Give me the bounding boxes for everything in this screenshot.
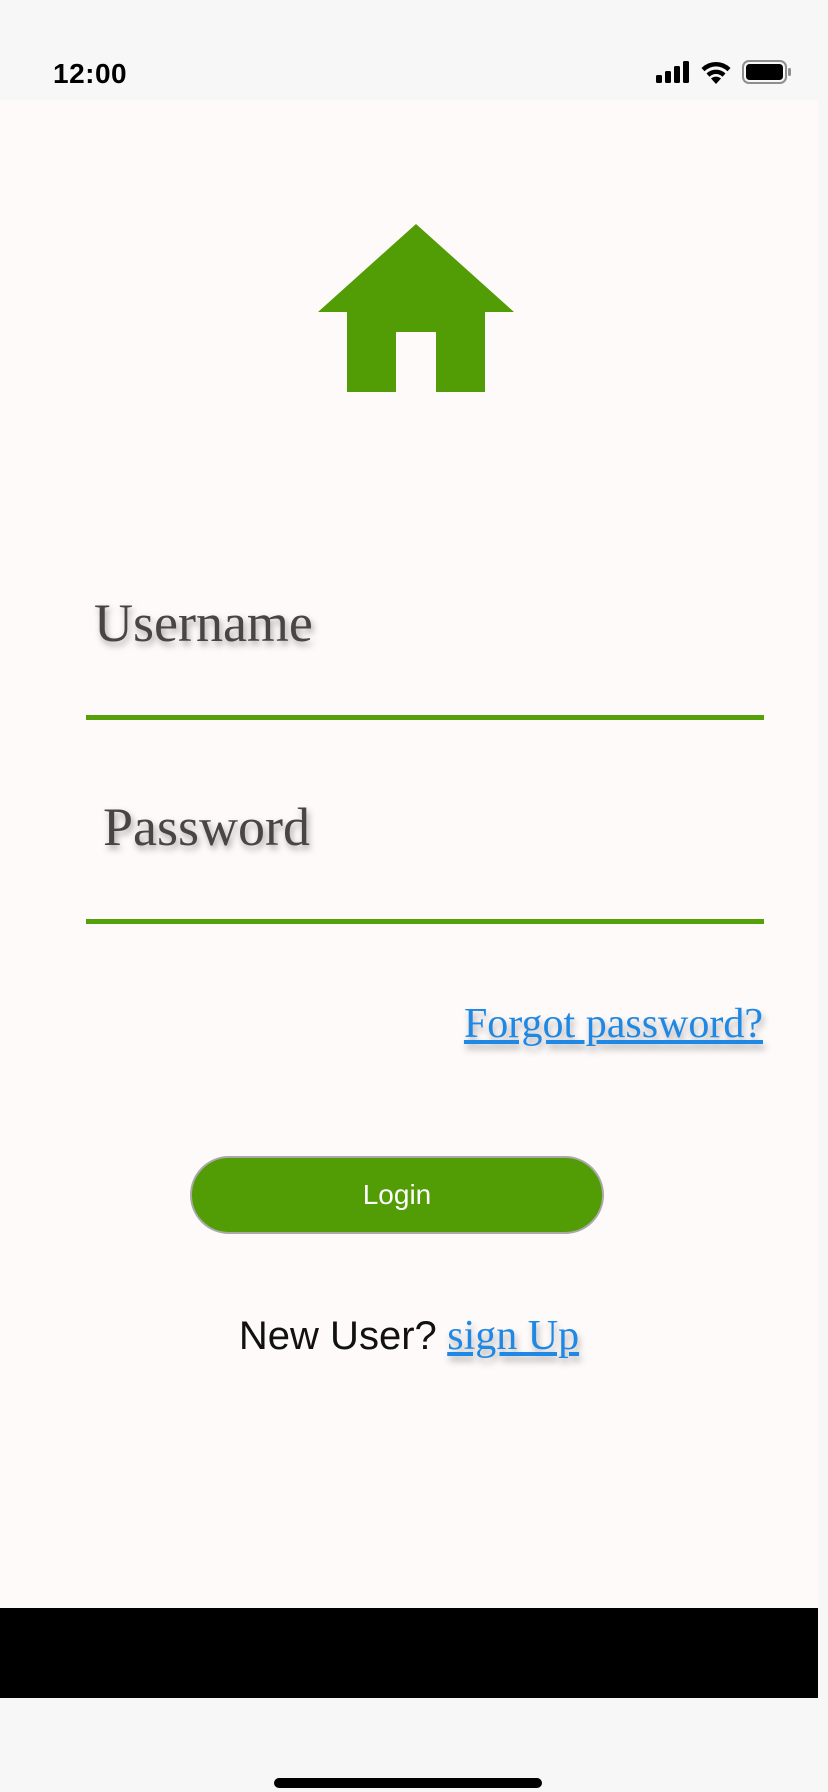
login-screen: Username Password Forgot password? Login… [0, 100, 818, 1608]
home-indicator[interactable] [274, 1778, 542, 1788]
forgot-password-link[interactable]: Forgot password? [464, 1000, 763, 1048]
password-field[interactable]: Password [86, 794, 764, 934]
username-underline [86, 715, 764, 720]
status-time: 12:00 [53, 58, 128, 89]
status-icons [656, 59, 792, 89]
password-underline [86, 919, 764, 924]
cellular-signal-icon [656, 60, 690, 88]
signup-row: New User? sign Up [0, 1312, 818, 1360]
home-icon [318, 224, 514, 392]
username-placeholder: Username [94, 593, 313, 653]
sign-up-link[interactable]: sign Up [447, 1313, 579, 1359]
wifi-icon [700, 60, 732, 89]
status-bar: 12:00 [0, 0, 828, 100]
username-field[interactable]: Username [86, 590, 764, 730]
password-placeholder: Password [103, 797, 311, 857]
login-button[interactable]: Login [190, 1156, 604, 1234]
bottom-bar [0, 1608, 818, 1698]
signup-prompt: New User? [238, 1314, 437, 1358]
battery-icon [742, 59, 792, 89]
